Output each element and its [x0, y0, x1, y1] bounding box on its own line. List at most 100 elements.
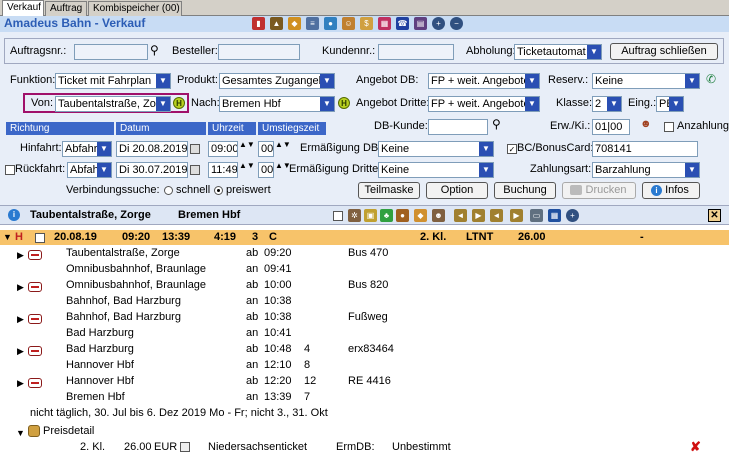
rueckfahrt-checkbox[interactable] [5, 165, 15, 175]
connection-checkbox[interactable] [35, 233, 45, 243]
spinner-icon[interactable]: ▲▼ [239, 140, 255, 149]
produkt-select[interactable]: Gesamtes Zugangebo ▼ [219, 73, 335, 89]
collapse-icon[interactable]: ▼ [3, 232, 12, 242]
receipt-icon[interactable] [180, 442, 190, 452]
screen-icon[interactable]: ▭ [530, 209, 543, 222]
preiswert-radio[interactable] [214, 186, 223, 195]
rueckfahrt-time-input[interactable]: 11:49 [208, 162, 238, 178]
hinfahrt-time-input[interactable]: 09:00 [208, 141, 238, 157]
expand-icon[interactable]: ▶ [17, 346, 24, 357]
leg-train: Bus 820 [348, 279, 389, 291]
db-kunde-input[interactable] [428, 119, 488, 135]
rueckfahrt-type-select[interactable]: Abfahrt ▼ [67, 162, 112, 178]
von-input[interactable]: Taubentalstraße, Zorg ▼ [55, 96, 171, 112]
close-icon[interactable]: ✕ [708, 209, 721, 222]
hinfahrt-date-input[interactable]: Di 20.08.2019 [116, 141, 188, 157]
expand-icon[interactable]: ▶ [17, 250, 24, 261]
zahlungsart-select[interactable]: Barzahlung ▼ [592, 162, 700, 178]
rueckfahrt-umstieg-input[interactable]: 00 [258, 162, 274, 178]
calendar-icon[interactable] [190, 165, 200, 175]
document-icon[interactable]: ▮ [252, 17, 265, 30]
expand-icon[interactable]: ▶ [17, 378, 24, 389]
calendar-icon[interactable] [190, 144, 200, 154]
angebot-db-select[interactable]: FP + weit. Angebote ▼ [428, 73, 540, 89]
reserv-select[interactable]: Keine ▼ [592, 73, 700, 89]
erm-dritte-select[interactable]: Keine ▼ [378, 162, 494, 178]
person-icon[interactable]: ☺ [342, 17, 355, 30]
tab-kombispeicher[interactable]: Kombispeicher (00) [88, 1, 182, 16]
collapse-icon[interactable]: ▼ [16, 428, 25, 438]
hinfahrt-umstieg-input[interactable]: 00 [258, 141, 274, 157]
erm-db-select[interactable]: Keine ▼ [378, 141, 494, 157]
produkt-label: Produkt: [177, 74, 218, 86]
fare-icon[interactable]: ◆ [414, 209, 427, 222]
select-all-checkbox[interactable] [333, 211, 343, 221]
flag-icon[interactable]: ◄ [454, 209, 467, 222]
flag-icon[interactable]: ◄ [490, 209, 503, 222]
money-bag-icon[interactable]: $ [360, 17, 373, 30]
eing-select[interactable]: PE ▼ [656, 96, 684, 112]
passenger-icon[interactable]: ☻ [640, 118, 652, 130]
auftragsnr-input[interactable] [74, 44, 148, 60]
expand-icon[interactable]: ▶ [17, 314, 24, 325]
abholung-select[interactable]: Ticketautomat ▼ [514, 44, 602, 60]
close-order-button[interactable]: Auftrag schließen [610, 43, 718, 60]
nach-input[interactable]: Bremen Hbf ▼ [219, 96, 335, 112]
zoom-out-icon[interactable]: − [450, 17, 463, 30]
delete-icon[interactable]: ✘ [690, 439, 701, 455]
flag-icon[interactable]: ▶ [472, 209, 485, 222]
preiswert-label: preiswert [226, 184, 271, 196]
teilmaske-button[interactable]: Teilmaske [358, 182, 420, 199]
coin-icon[interactable]: ● [396, 209, 409, 222]
bike-icon[interactable]: ✲ [348, 209, 361, 222]
besteller-input[interactable] [218, 44, 300, 60]
klasse-select[interactable]: 2 ▼ [592, 96, 622, 112]
bc-input[interactable]: 708141 [592, 141, 698, 157]
flag-icon[interactable]: ▶ [510, 209, 523, 222]
leg-from: Omnibusbahnhof, Braunlage [66, 279, 207, 291]
search-icon[interactable]: ⚲ [492, 117, 501, 131]
zoom-in-icon[interactable]: + [432, 17, 445, 30]
connection-summary-row[interactable]: ▼ H 20.08.19 09:20 13:39 4:19 3 C 2. Kl.… [0, 230, 729, 245]
erm-db-value: Keine [381, 143, 410, 155]
erw-ki-input[interactable]: 01|00 [592, 119, 630, 135]
kundennr-input[interactable] [378, 44, 454, 60]
book-icon[interactable]: ▤ [414, 17, 427, 30]
schnell-radio[interactable] [164, 186, 173, 195]
phone-icon[interactable]: ☎ [396, 17, 409, 30]
expand-icon[interactable]: ▶ [17, 282, 24, 293]
col-umstiegszeit: Umstiegszeit [258, 122, 326, 135]
klasse-label: Klasse: [556, 97, 593, 109]
spinner-icon[interactable]: ▲▼ [275, 140, 291, 149]
search-icon[interactable]: ⚲ [150, 43, 159, 57]
group-icon[interactable]: ☻ [432, 209, 445, 222]
funktion-select[interactable]: Ticket mit Fahrplan ▼ [55, 73, 171, 89]
leg-dep-label: ab [246, 279, 259, 291]
h-station-icon[interactable]: H [173, 97, 185, 109]
spinner-icon[interactable]: ▲▼ [239, 161, 255, 170]
anzahlung-checkbox[interactable] [664, 122, 674, 132]
phone-icon[interactable]: ✆ [706, 72, 716, 86]
bc-checkbox[interactable]: ✓ [507, 144, 517, 154]
chart-icon[interactable]: ▦ [378, 17, 391, 30]
hinfahrt-type-select[interactable]: Abfahrt ▼ [62, 141, 112, 157]
tab-auftrag[interactable]: Auftrag [45, 1, 87, 16]
buchung-button[interactable]: Buchung [494, 182, 556, 199]
map-icon[interactable]: ▣ [364, 209, 377, 222]
train-icon[interactable]: ▲ [270, 17, 283, 30]
zoom-in-icon[interactable]: + [566, 209, 579, 222]
h-station-icon[interactable]: H [338, 97, 350, 109]
shoe-icon[interactable]: ● [324, 17, 337, 30]
list-icon[interactable]: ≡ [306, 17, 319, 30]
chevron-down-icon: ▼ [479, 142, 493, 156]
abholung-label: Abholung: [466, 45, 516, 57]
info-icon[interactable]: i [8, 209, 20, 221]
price-ermdb-value: Unbestimmt [392, 441, 451, 453]
tree-icon[interactable]: ♣ [380, 209, 393, 222]
rueckfahrt-date-input[interactable]: Di 30.07.2019 [116, 162, 188, 178]
angebot-dritte-select[interactable]: FP + weit. Angebote ▼ [428, 96, 540, 112]
table-icon[interactable]: ▦ [548, 209, 561, 222]
ticket-icon[interactable]: ◆ [288, 17, 301, 30]
tab-verkauf[interactable]: Verkauf [2, 0, 44, 16]
option-button[interactable]: Option [426, 182, 488, 199]
